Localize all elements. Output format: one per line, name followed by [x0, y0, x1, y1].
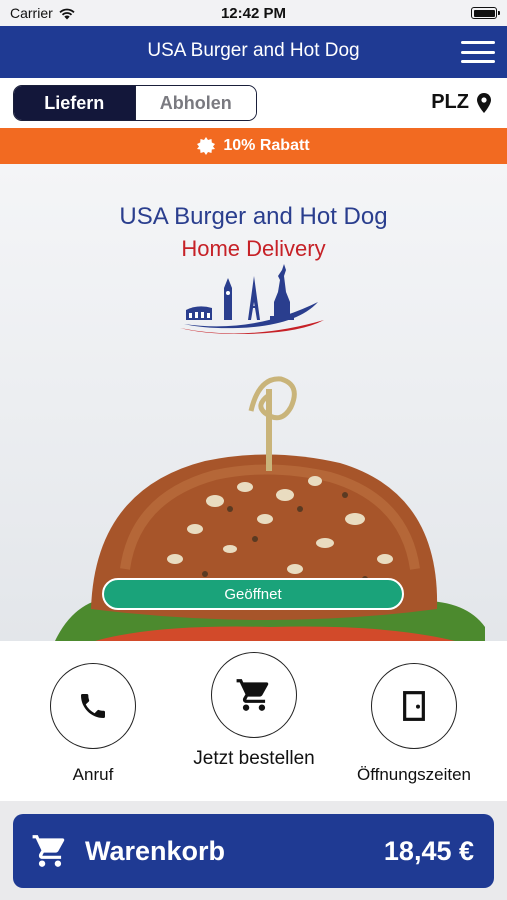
call-button[interactable]: [50, 663, 136, 749]
order-now-action[interactable]: Jetzt bestellen: [169, 652, 339, 770]
cart-icon: [236, 679, 269, 711]
order-mode-toggle: Liefern Abholen: [13, 85, 257, 121]
brand-subtitle: Home Delivery: [181, 236, 326, 261]
app-header: USA Burger and Hot Dog: [0, 26, 507, 78]
call-action[interactable]: Anruf: [8, 663, 178, 785]
landmarks-logo: [180, 264, 324, 334]
opening-hours-button[interactable]: [371, 663, 457, 749]
cart-button[interactable]: Warenkorb 18,45 €: [13, 814, 494, 888]
battery-icon: [471, 7, 500, 19]
location-pin-icon: [477, 92, 491, 113]
pickup-tab[interactable]: Abholen: [134, 86, 256, 120]
quick-actions: Anruf Jetzt bestellen Öffnungszeiten: [0, 641, 507, 801]
order-now-label: Jetzt bestellen: [193, 748, 315, 769]
order-now-button[interactable]: [211, 652, 297, 738]
opening-hours-action[interactable]: Öffnungszeiten: [329, 663, 499, 785]
door-icon: [403, 691, 425, 721]
opening-hours-label: Öffnungszeiten: [356, 765, 472, 784]
open-status-badge[interactable]: Geöffnet: [102, 578, 404, 610]
phone-icon: [81, 694, 105, 718]
discount-text: 10% Rabatt: [223, 137, 310, 154]
postcode-selector[interactable]: PLZ: [431, 91, 491, 114]
cart-total: 18,45 €: [383, 835, 474, 866]
cart-icon: [32, 835, 65, 867]
hamburger-menu-icon[interactable]: [461, 38, 495, 66]
brand-name: USA Burger and Hot Dog: [119, 203, 388, 230]
discount-banner: 10% Rabatt: [0, 128, 507, 164]
cart-label: Warenkorb: [85, 835, 226, 866]
badge-icon: [197, 137, 216, 155]
postcode-label: PLZ: [431, 91, 469, 113]
clock: 12:42 PM: [220, 5, 287, 22]
status-bar: Carrier 12:42 PM: [0, 0, 507, 26]
call-label: Anruf: [72, 765, 114, 784]
page-title: USA Burger and Hot Dog: [147, 40, 360, 61]
deliver-tab[interactable]: Liefern: [14, 86, 135, 120]
footer: Warenkorb 18,45 €: [0, 801, 507, 900]
order-mode-bar: Liefern Abholen PLZ: [0, 78, 507, 128]
hero-banner: USA Burger and Hot Dog Home Delivery: [0, 164, 507, 641]
